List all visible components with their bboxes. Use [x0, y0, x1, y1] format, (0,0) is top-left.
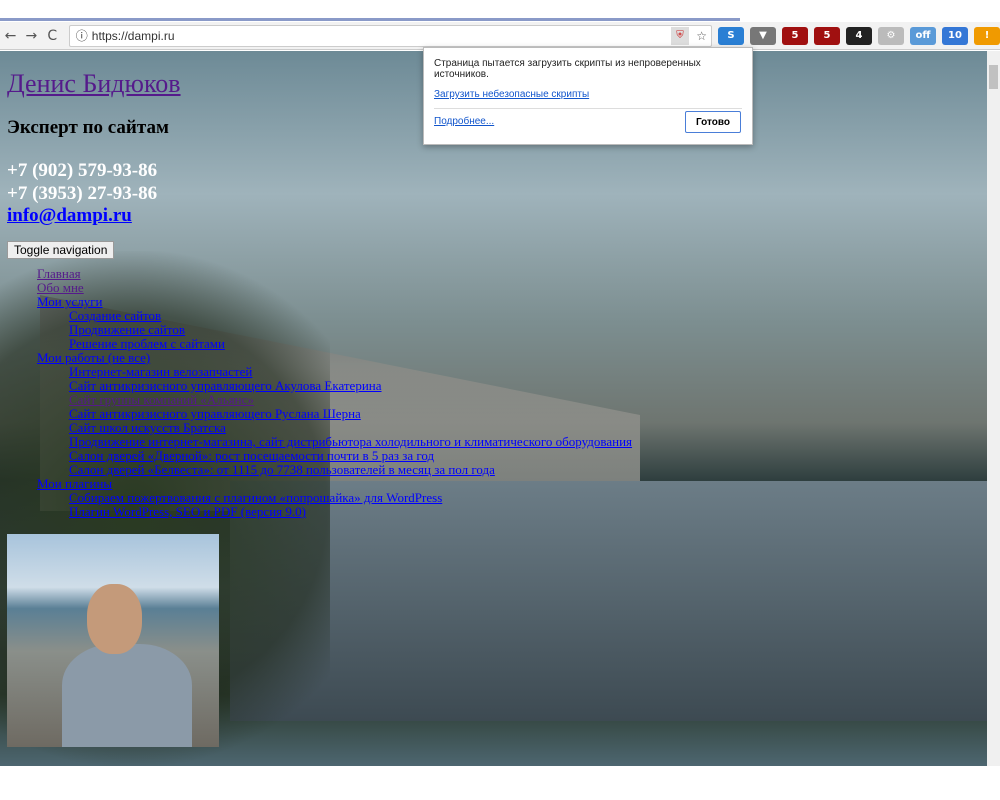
menu-subitem[interactable]: Сайт группы компаний «Альянс» — [69, 392, 254, 407]
menu-works[interactable]: Мои работы (не все) — [37, 350, 150, 365]
a-ext-extension-icon[interactable]: off — [910, 26, 936, 45]
page-scrollbar[interactable] — [987, 51, 1000, 766]
popup-message: Страница пытается загрузить скрипты из н… — [434, 58, 701, 80]
reload-button[interactable]: C — [42, 28, 63, 44]
s-ext-extension-icon[interactable]: S — [718, 26, 744, 45]
toggle-navigation-button[interactable]: Toggle navigation — [7, 241, 115, 259]
tab-strip-line — [0, 18, 740, 21]
load-unsafe-scripts-link[interactable]: Загрузить небезопасные скрипты — [434, 89, 742, 100]
done-button[interactable]: Готово — [685, 111, 741, 133]
ublock-1-extension-icon[interactable]: 5 — [782, 26, 808, 45]
popup-divider — [434, 108, 742, 109]
menu-subitem[interactable]: Решение проблем с сайтами — [69, 336, 225, 351]
menu-subitem[interactable]: Сайт школ искусств Братска — [69, 420, 226, 435]
menu-subitem[interactable]: Сайт антикризисного управляющего Руслана… — [69, 406, 361, 421]
forward-button[interactable]: → — [21, 28, 42, 44]
menu-home[interactable]: Главная — [37, 266, 81, 281]
menu-subitem[interactable]: Салон дверей «Дверной»: рост посещаемост… — [69, 448, 434, 463]
more-info-link[interactable]: Подробнее... — [434, 116, 494, 127]
address-bar[interactable]: ⓘ https://dampi.ru ⛨ ☆ — [68, 24, 712, 47]
window-top — [0, 0, 1000, 22]
menu-subitem[interactable]: Плагин WordPress, SEO и PDF (версия 9.0) — [69, 504, 306, 519]
author-photo — [7, 534, 219, 747]
unsafe-scripts-popup: Страница пытается загрузить скрипты из н… — [423, 47, 753, 145]
phone-2: +7 (3953) 27-93-86 — [7, 183, 158, 204]
menu-plugins[interactable]: Мои плагины — [37, 476, 112, 491]
page-viewport: Денис Бидюков Эксперт по сайтам +7 (902)… — [0, 51, 987, 766]
menu-subitem[interactable]: Продвижение сайтов — [69, 322, 185, 337]
back-button[interactable]: ← — [0, 28, 21, 44]
menu-about[interactable]: Обо мне — [37, 280, 84, 295]
info-icon[interactable]: ⓘ — [76, 27, 88, 44]
bookmark-star-icon[interactable]: ☆ — [696, 29, 707, 43]
alert-ext-extension-icon[interactable]: ! — [974, 26, 1000, 45]
pocket-extension-icon[interactable]: ▼ — [750, 26, 776, 45]
main-menu: Главная Обо мне Мои услуги Создание сайто… — [7, 267, 632, 519]
menu-subitem[interactable]: Сайт антикризисного управляющего Акулова… — [69, 378, 382, 393]
menu-subitem[interactable]: Продвижение интернет-магазина, сайт дист… — [69, 434, 632, 449]
phone-1: +7 (902) 579-93-86 — [7, 160, 158, 181]
blocked-scripts-shield-icon[interactable]: ⛨ — [671, 26, 689, 45]
d-ext-extension-icon[interactable]: 4 — [846, 26, 872, 45]
url-text[interactable]: https://dampi.ru — [92, 29, 175, 43]
screen-ext-extension-icon[interactable]: 10 — [942, 26, 968, 45]
menu-subitem[interactable]: Салон дверей «Белвеста»: от 1115 до 7738… — [69, 462, 495, 477]
menu-services[interactable]: Мои услуги — [37, 294, 103, 309]
gear-ext-extension-icon[interactable]: ⚙ — [878, 26, 904, 45]
ublock-2-extension-icon[interactable]: 5 — [814, 26, 840, 45]
menu-subitem[interactable]: Интернет-магазин велозапчастей — [69, 364, 252, 379]
menu-subitem[interactable]: Собираем пожертвования с плагином «попро… — [69, 490, 442, 505]
browser-toolbar: ← → C ⓘ https://dampi.ru ⛨ ☆ S ▼ 5 5 4 ⚙ off 10… — [0, 22, 1000, 50]
email-link[interactable]: info@dampi.ru — [7, 205, 132, 226]
menu-subitem[interactable]: Создание сайтов — [69, 308, 161, 323]
scrollbar-thumb[interactable] — [989, 65, 998, 89]
